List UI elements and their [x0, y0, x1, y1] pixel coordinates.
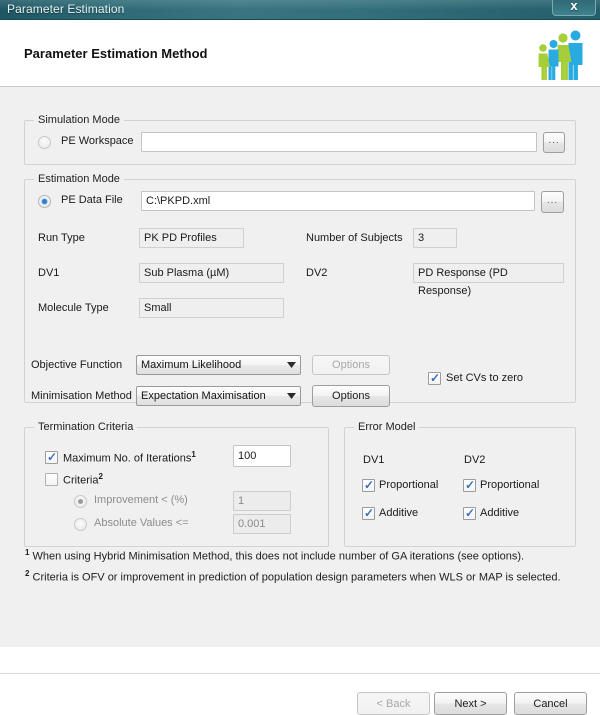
improvement-radio[interactable]	[74, 495, 87, 508]
termination-criteria-legend: Termination Criteria	[34, 421, 138, 433]
minimisation-method-options-button[interactable]: Options	[312, 385, 390, 407]
check-icon: ✓	[430, 371, 441, 385]
dv1-label: DV1	[38, 267, 60, 279]
pe-data-file-browse-button[interactable]: ...	[541, 191, 564, 213]
molecule-type-value: Small	[139, 298, 284, 318]
absolute-values-radio[interactable]	[74, 518, 87, 531]
dv2-value: PD Response (PD Response)	[413, 263, 564, 297]
run-type-value: PK PD Profiles	[139, 228, 244, 248]
chevron-down-icon	[283, 362, 300, 368]
dv1-additive-label: Additive	[379, 507, 419, 519]
maximum-iterations-footnote-marker: 1	[191, 450, 196, 459]
chevron-down-icon	[283, 393, 300, 399]
pe-workspace-radio[interactable]	[38, 136, 51, 149]
footnote-1-marker: 1	[25, 548, 30, 557]
dv1-value: Sub Plasma (µM)	[139, 263, 284, 283]
dv2-additive-checkbox[interactable]: ✓	[463, 507, 476, 520]
criteria-footnote-marker: 2	[98, 472, 103, 481]
objective-function-value: Maximum Likelihood	[141, 359, 242, 371]
dv2-additive-label: Additive	[480, 507, 520, 519]
footnote-1: 1 When using Hybrid Minimisation Method,…	[25, 548, 524, 563]
number-of-subjects-value: 3	[413, 228, 457, 248]
close-icon: x	[570, 0, 578, 13]
pe-data-file-radio[interactable]	[38, 195, 51, 208]
dialog-header: Parameter Estimation Method	[0, 20, 600, 87]
pe-data-file-radio-dot	[42, 199, 47, 204]
pe-workspace-browse-button[interactable]: ...	[543, 132, 565, 153]
dv2-proportional-label: Proportional	[480, 479, 540, 491]
number-of-subjects-label: Number of Subjects	[306, 232, 403, 244]
footnote-2: 2 Criteria is OFV or improvement in pred…	[25, 569, 561, 584]
next-button[interactable]: Next >	[434, 692, 507, 715]
absolute-values-label: Absolute Values <=	[94, 517, 189, 529]
molecule-type-label: Molecule Type	[38, 302, 109, 314]
maximum-iterations-checkbox[interactable]: ✓	[45, 451, 58, 464]
dv1-proportional-checkbox[interactable]: ✓	[362, 479, 375, 492]
improvement-input[interactable]: 1	[233, 491, 291, 511]
maximum-iterations-input[interactable]: 100	[233, 445, 291, 467]
criteria-label-text: Criteria	[63, 474, 99, 487]
dv1-proportional-label: Proportional	[379, 479, 439, 491]
maximum-iterations-label: Maximum No. of Iterations1	[63, 450, 196, 465]
pe-data-file-input[interactable]: C:\PKPD.xml	[141, 191, 535, 211]
objective-function-label: Objective Function	[31, 359, 123, 371]
objective-function-options-button[interactable]: Options	[312, 355, 390, 375]
error-model-dv1-label: DV1	[363, 454, 385, 466]
check-icon: ✓	[47, 450, 58, 464]
improvement-label: Improvement < (%)	[94, 494, 188, 506]
footer-separator	[0, 673, 600, 674]
family-group-logo	[530, 27, 586, 81]
window-titlebar: Parameter Estimation x	[0, 0, 600, 20]
set-cvs-to-zero-checkbox[interactable]: ✓	[428, 372, 441, 385]
minimisation-method-label: Minimisation Method	[31, 390, 132, 402]
window-title: Parameter Estimation	[7, 2, 125, 16]
pe-data-file-label: PE Data File	[61, 194, 123, 206]
absolute-values-input[interactable]: 0.001	[233, 514, 291, 534]
minimisation-method-combo[interactable]: Expectation Maximisation	[136, 386, 301, 406]
objective-function-combo[interactable]: Maximum Likelihood	[136, 355, 301, 375]
maximum-iterations-label-text: Maximum No. of Iterations	[63, 452, 192, 465]
footnote-2-text: Criteria is OFV or improvement in predic…	[32, 571, 561, 584]
check-icon: ✓	[465, 478, 476, 492]
error-model-legend: Error Model	[354, 421, 420, 433]
improvement-radio-dot	[78, 499, 83, 504]
footnote-1-text: When using Hybrid Minimisation Method, t…	[32, 550, 525, 563]
set-cvs-to-zero-label: Set CVs to zero	[446, 372, 524, 384]
check-icon: ✓	[364, 506, 375, 520]
simulation-mode-legend: Simulation Mode	[34, 114, 124, 126]
check-icon: ✓	[364, 478, 375, 492]
dv2-proportional-checkbox[interactable]: ✓	[463, 479, 476, 492]
dv1-additive-checkbox[interactable]: ✓	[362, 507, 375, 520]
footnote-2-marker: 2	[25, 569, 30, 578]
dialog-body: Simulation Mode PE Workspace ... Estimat…	[0, 87, 600, 715]
parameter-estimation-window: Parameter Estimation x Parameter Estimat…	[0, 0, 600, 715]
page-title: Parameter Estimation Method	[24, 46, 208, 61]
back-button[interactable]: < Back	[357, 692, 430, 715]
pe-workspace-input[interactable]	[141, 132, 537, 152]
check-icon: ✓	[465, 506, 476, 520]
pe-workspace-label: PE Workspace	[61, 135, 134, 147]
close-button[interactable]: x	[552, 0, 596, 16]
criteria-checkbox[interactable]: ✓	[45, 473, 58, 486]
cancel-button[interactable]: Cancel	[514, 692, 587, 715]
criteria-label: Criteria2	[63, 472, 103, 487]
error-model-dv2-label: DV2	[464, 454, 486, 466]
estimation-mode-legend: Estimation Mode	[34, 173, 124, 185]
minimisation-method-value: Expectation Maximisation	[141, 390, 266, 402]
dv2-label: DV2	[306, 267, 328, 279]
run-type-label: Run Type	[38, 232, 85, 244]
